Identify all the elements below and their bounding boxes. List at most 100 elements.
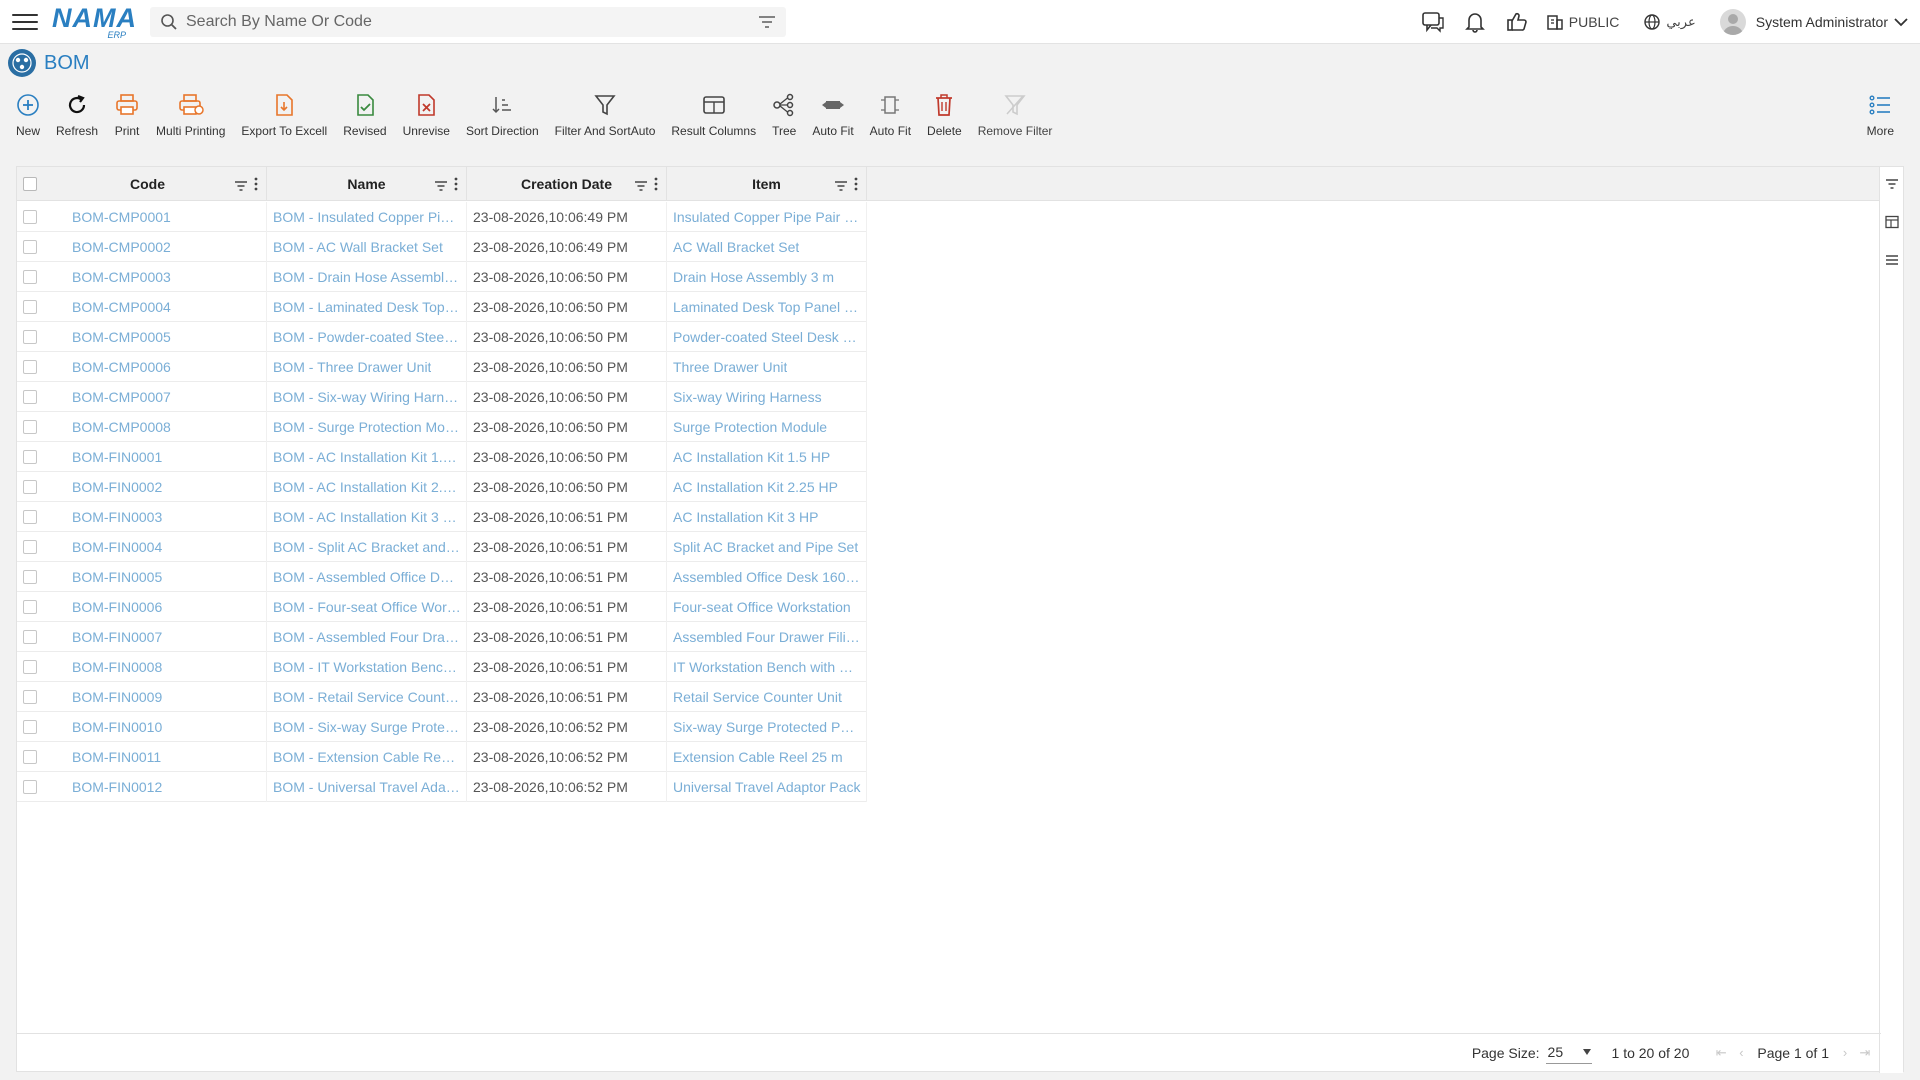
cell-code[interactable]: BOM-FIN0006 (17, 592, 267, 622)
cell-item[interactable]: Laminated Desk Top Panel 160 cm (667, 292, 867, 322)
cell-code[interactable]: BOM-FIN0010 (17, 712, 267, 742)
column-filter-icon[interactable] (834, 180, 848, 192)
cell-item[interactable]: IT Workstation Bench with Power (667, 652, 867, 682)
table-row[interactable]: BOM-FIN0011 BOM - Extension Cable Reel 25… (17, 742, 867, 772)
filters-panel-icon[interactable] (1885, 177, 1899, 191)
print-button[interactable]: Print (106, 92, 148, 138)
cell-item[interactable]: Drain Hose Assembly 3 m (667, 262, 867, 292)
remove-filter-button[interactable]: Remove Filter (970, 92, 1061, 138)
tree-button[interactable]: Tree (764, 92, 804, 138)
cell-item[interactable]: AC Installation Kit 3 HP (667, 502, 867, 532)
cell-name[interactable]: BOM - Four-seat Office Workstation (267, 592, 467, 622)
delete-button[interactable]: Delete (919, 92, 970, 138)
table-row[interactable]: BOM-FIN0003 BOM - AC Installation Kit 3 H… (17, 502, 867, 532)
column-menu-icon[interactable] (654, 177, 658, 194)
filter-icon[interactable] (758, 14, 776, 30)
cell-name[interactable]: BOM - Six-way Wiring Harness (267, 382, 467, 412)
cell-name[interactable]: BOM - Universal Travel Adaptor Pack (267, 772, 467, 802)
cell-code[interactable]: BOM-CMP0007 (17, 382, 267, 412)
chat-icon[interactable] (1418, 7, 1448, 37)
cell-item[interactable]: Retail Service Counter Unit (667, 682, 867, 712)
new-button[interactable]: New (8, 92, 48, 138)
table-row[interactable]: BOM-CMP0006 BOM - Three Drawer Unit 23-08-… (17, 352, 867, 382)
more-button[interactable]: More (1859, 92, 1902, 138)
table-row[interactable]: BOM-FIN0002 BOM - AC Installation Kit 2.2… (17, 472, 867, 502)
cell-code[interactable]: BOM-CMP0003 (17, 262, 267, 292)
cell-item[interactable]: Insulated Copper Pipe Pair 3 m (667, 202, 867, 232)
table-row[interactable]: BOM-CMP0003 BOM - Drain Hose Assembly 3 m… (17, 262, 867, 292)
multi-printing-button[interactable]: Multi Printing (148, 92, 233, 138)
cell-item[interactable]: Powder-coated Steel Desk Frame (667, 322, 867, 352)
cell-name[interactable]: BOM - Drain Hose Assembly 3 m (267, 262, 467, 292)
filter-sort-button[interactable]: Filter And SortAuto (547, 92, 664, 138)
auto-fit-button-1[interactable]: Auto Fit (804, 92, 861, 138)
cell-code[interactable]: BOM-CMP0002 (17, 232, 267, 262)
cell-code[interactable]: BOM-CMP0004 (17, 292, 267, 322)
table-row[interactable]: BOM-FIN0007 BOM - Assembled Four Drawer F… (17, 622, 867, 652)
page-size-select[interactable]: 25 (1545, 1042, 1592, 1064)
cell-code[interactable]: BOM-FIN0001 (17, 442, 267, 472)
cell-name[interactable]: BOM - Powder-coated Steel Desk Frame (267, 322, 467, 352)
column-menu-icon[interactable] (254, 177, 258, 194)
export-excel-button[interactable]: Export To Excell (233, 92, 335, 138)
cell-item[interactable]: AC Installation Kit 2.25 HP (667, 472, 867, 502)
cell-item[interactable]: AC Wall Bracket Set (667, 232, 867, 262)
cell-name[interactable]: BOM - Surge Protection Module (267, 412, 467, 442)
cell-code[interactable]: BOM-CMP0006 (17, 352, 267, 382)
cell-code[interactable]: BOM-FIN0003 (17, 502, 267, 532)
cell-name[interactable]: BOM - Assembled Office Desk 160 cm (267, 562, 467, 592)
cell-name[interactable]: BOM - AC Installation Kit 2.25 HP (267, 472, 467, 502)
cell-item[interactable]: Six-way Wiring Harness (667, 382, 867, 412)
column-header-name[interactable]: Name (267, 167, 467, 201)
app-logo[interactable]: NAMA ERP (52, 4, 136, 40)
cell-name[interactable]: BOM - Assembled Four Drawer Filing Cabin… (267, 622, 467, 652)
last-page-icon[interactable]: ⇥ (1858, 1045, 1872, 1060)
cell-name[interactable]: BOM - Three Drawer Unit (267, 352, 467, 382)
search-input[interactable] (186, 12, 758, 31)
table-row[interactable]: BOM-FIN0006 BOM - Four-seat Office Workst… (17, 592, 867, 622)
cell-item[interactable]: Six-way Surge Protected Power Strip (667, 712, 867, 742)
table-row[interactable]: BOM-FIN0009 BOM - Retail Service Counter … (17, 682, 867, 712)
cell-code[interactable]: BOM-FIN0005 (17, 562, 267, 592)
cell-name[interactable]: BOM - Extension Cable Reel 25 m (267, 742, 467, 772)
sort-direction-button[interactable]: Sort Direction (458, 92, 547, 138)
cell-name[interactable]: BOM - Split AC Bracket and Pipe Set (267, 532, 467, 562)
prev-page-icon[interactable]: ‹ (1734, 1045, 1748, 1060)
table-row[interactable]: BOM-FIN0004 BOM - Split AC Bracket and Pi… (17, 532, 867, 562)
menu-icon[interactable] (12, 12, 38, 32)
cell-code[interactable]: BOM-FIN0007 (17, 622, 267, 652)
table-row[interactable]: BOM-CMP0008 BOM - Surge Protection Module… (17, 412, 867, 442)
company-selector[interactable]: PUBLIC (1546, 13, 1619, 31)
cell-item[interactable]: Assembled Four Drawer Filing Cabinet (667, 622, 867, 652)
columns-panel-icon[interactable] (1885, 215, 1899, 229)
column-filter-icon[interactable] (234, 180, 248, 192)
cell-code[interactable]: BOM-FIN0012 (17, 772, 267, 802)
grid-menu-icon[interactable] (1885, 253, 1899, 267)
cell-item[interactable]: Three Drawer Unit (667, 352, 867, 382)
table-row[interactable]: BOM-CMP0002 BOM - AC Wall Bracket Set 23-0… (17, 232, 867, 262)
cell-code[interactable]: BOM-CMP0005 (17, 322, 267, 352)
column-header-creation-date[interactable]: Creation Date (467, 167, 667, 201)
column-header-code[interactable]: Code (17, 167, 267, 201)
cell-code[interactable]: BOM-CMP0001 (17, 202, 267, 232)
column-filter-icon[interactable] (434, 180, 448, 192)
cell-item[interactable]: Four-seat Office Workstation (667, 592, 867, 622)
language-switch[interactable]: عربي (1643, 13, 1696, 31)
cell-code[interactable]: BOM-FIN0011 (17, 742, 267, 772)
revised-button[interactable]: Revised (335, 92, 394, 138)
auto-fit-button-2[interactable]: Auto Fit (862, 92, 919, 138)
table-row[interactable]: BOM-FIN0005 BOM - Assembled Office Desk 1… (17, 562, 867, 592)
table-row[interactable]: BOM-CMP0005 BOM - Powder-coated Steel Des… (17, 322, 867, 352)
cell-name[interactable]: BOM - AC Installation Kit 1.5 HP (267, 442, 467, 472)
table-row[interactable]: BOM-CMP0004 BOM - Laminated Desk Top Pane… (17, 292, 867, 322)
thumbs-up-icon[interactable] (1502, 7, 1532, 37)
cell-code[interactable]: BOM-FIN0009 (17, 682, 267, 712)
table-row[interactable]: BOM-CMP0007 BOM - Six-way Wiring Harness 2… (17, 382, 867, 412)
cell-name[interactable]: BOM - Insulated Copper Pipe Pair 3 m (267, 202, 467, 232)
cell-item[interactable]: Universal Travel Adaptor Pack (667, 772, 867, 802)
table-row[interactable]: BOM-FIN0010 BOM - Six-way Surge Protected… (17, 712, 867, 742)
cell-name[interactable]: BOM - AC Wall Bracket Set (267, 232, 467, 262)
cell-name[interactable]: BOM - IT Workstation Bench with Power (267, 652, 467, 682)
bell-icon[interactable] (1460, 7, 1490, 37)
cell-item[interactable]: Split AC Bracket and Pipe Set (667, 532, 867, 562)
